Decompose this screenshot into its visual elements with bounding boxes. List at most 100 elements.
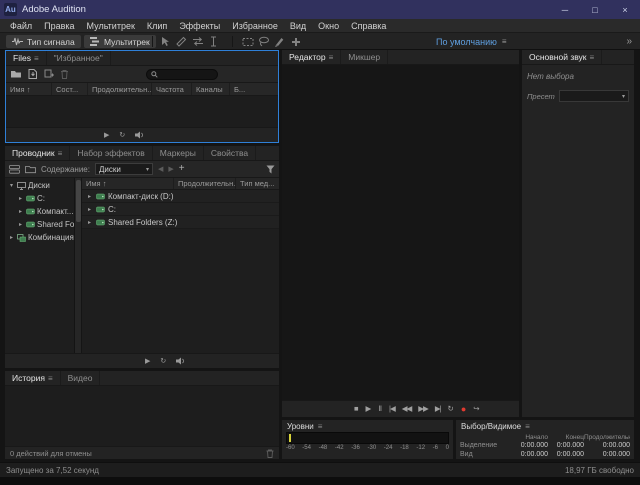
marquee-selection-tool-icon[interactable] bbox=[240, 35, 255, 48]
workspace-switcher[interactable]: По умолчанию ≡ bbox=[436, 33, 507, 50]
close-button[interactable]: × bbox=[610, 0, 640, 19]
slip-tool-icon[interactable] bbox=[190, 35, 205, 48]
panel-menu-icon[interactable]: ≡ bbox=[329, 53, 334, 62]
panel-menu-icon[interactable]: ≡ bbox=[525, 422, 530, 431]
tab-mixer[interactable]: Микшер bbox=[341, 50, 388, 64]
column-duration[interactable]: Продолжительн... bbox=[88, 83, 152, 95]
column-bit-depth[interactable]: Б... bbox=[230, 83, 278, 95]
expander-expanded-icon[interactable]: ▾ bbox=[8, 182, 15, 189]
tree-item-combination[interactable]: ▸ Комбинация bbox=[5, 231, 74, 244]
spot-healing-tool-icon[interactable] bbox=[288, 35, 303, 48]
move-to-next-icon[interactable]: ▶| bbox=[435, 405, 441, 413]
open-file-icon[interactable] bbox=[10, 69, 22, 79]
razor-tool-icon[interactable] bbox=[174, 35, 189, 48]
menu-view[interactable]: Вид bbox=[284, 21, 312, 31]
tree-item-drives[interactable]: ▾ Диски bbox=[5, 179, 74, 192]
move-tool-icon[interactable] bbox=[158, 35, 173, 48]
toolbar-overflow-chevron-icon[interactable]: » bbox=[626, 33, 632, 50]
trash-icon[interactable] bbox=[266, 449, 274, 458]
tree-item-cd-drive[interactable]: ▸ Компакт... bbox=[5, 205, 74, 218]
expander-collapsed-icon[interactable]: ▸ bbox=[17, 208, 24, 215]
panel-menu-icon[interactable]: ≡ bbox=[590, 53, 595, 62]
preview-autoplay-speaker-icon[interactable] bbox=[135, 131, 145, 139]
menu-edit[interactable]: Правка bbox=[38, 21, 80, 31]
drives-icon[interactable] bbox=[9, 165, 20, 174]
list-item-c-drive[interactable]: ▸ C: bbox=[82, 203, 279, 216]
expander-collapsed-icon[interactable]: ▸ bbox=[8, 234, 15, 241]
pause-icon[interactable]: Ⅱ bbox=[378, 405, 382, 413]
files-search-input[interactable] bbox=[161, 71, 213, 78]
play-icon[interactable]: ▶ bbox=[366, 405, 372, 413]
level-meter[interactable] bbox=[286, 432, 449, 444]
tab-effects-rack[interactable]: Набор эффектов bbox=[70, 146, 152, 160]
scrollbar-thumb[interactable] bbox=[76, 180, 81, 222]
editor-canvas[interactable] bbox=[282, 65, 519, 400]
column-media-type[interactable]: Тип мед... bbox=[236, 178, 279, 189]
content-dropdown[interactable]: Диски ▾ bbox=[95, 163, 153, 175]
fast-forward-icon[interactable]: ▶▶ bbox=[418, 405, 428, 413]
panel-menu-icon[interactable]: ≡ bbox=[48, 374, 53, 383]
view-start-value[interactable]: 0:00.000 bbox=[508, 451, 548, 458]
preview-play-icon[interactable]: ▶ bbox=[104, 132, 109, 139]
rewind-icon[interactable]: ◀◀ bbox=[402, 405, 412, 413]
new-item-icon[interactable] bbox=[44, 69, 54, 79]
forward-icon[interactable]: ▶ bbox=[168, 165, 173, 173]
selection-duration-value[interactable]: 0:00.000 bbox=[584, 442, 630, 449]
filter-funnel-icon[interactable] bbox=[266, 165, 275, 174]
view-end-value[interactable]: 0:00.000 bbox=[548, 451, 584, 458]
menu-file[interactable]: Файл bbox=[4, 21, 38, 31]
trash-icon[interactable] bbox=[60, 69, 69, 79]
preset-dropdown[interactable]: ▾ bbox=[559, 90, 629, 102]
tab-markers[interactable]: Маркеры bbox=[153, 146, 204, 160]
minimize-button[interactable]: ─ bbox=[550, 0, 580, 19]
waveform-view-button[interactable]: Тип сигнала bbox=[6, 35, 81, 48]
selection-end-value[interactable]: 0:00.000 bbox=[548, 442, 584, 449]
preview-autoplay-speaker-icon[interactable] bbox=[176, 357, 186, 365]
maximize-button[interactable]: □ bbox=[580, 0, 610, 19]
import-file-icon[interactable] bbox=[28, 69, 38, 79]
panel-menu-icon[interactable]: ≡ bbox=[318, 422, 323, 431]
tab-favorites[interactable]: "Избранное" bbox=[47, 51, 111, 65]
tree-item-shared-folders[interactable]: ▸ Shared Fo... bbox=[5, 218, 74, 231]
time-selection-tool-icon[interactable] bbox=[206, 35, 221, 48]
tab-properties[interactable]: Свойства bbox=[204, 146, 256, 160]
expander-collapsed-icon[interactable]: ▸ bbox=[17, 221, 24, 228]
tab-explorer[interactable]: Проводник ≡ bbox=[5, 146, 70, 160]
paintbrush-tool-icon[interactable] bbox=[272, 35, 287, 48]
tab-files[interactable]: Files ≡ bbox=[6, 51, 47, 65]
menu-window[interactable]: Окно bbox=[312, 21, 345, 31]
folder-icon[interactable] bbox=[25, 165, 36, 174]
menu-effects[interactable]: Эффекты bbox=[173, 21, 226, 31]
view-duration-value[interactable]: 0:00.000 bbox=[584, 451, 630, 458]
loop-playback-icon[interactable]: ↻ bbox=[448, 405, 454, 413]
expander-collapsed-icon[interactable]: ▸ bbox=[86, 193, 93, 200]
column-duration[interactable]: Продолжительн... bbox=[174, 178, 236, 189]
column-status[interactable]: Сост... bbox=[52, 83, 88, 95]
tree-scrollbar[interactable] bbox=[75, 178, 82, 353]
column-sample-rate[interactable]: Частота bbox=[152, 83, 192, 95]
column-name[interactable]: Имя ↑ bbox=[82, 178, 174, 189]
selection-start-value[interactable]: 0:00.000 bbox=[508, 442, 548, 449]
tab-history[interactable]: История ≡ bbox=[5, 371, 61, 385]
column-name[interactable]: Имя ↑ bbox=[6, 83, 52, 95]
preview-loop-icon[interactable]: ↻ bbox=[119, 132, 125, 139]
list-item-cd-drive[interactable]: ▸ Компакт-диск (D:) bbox=[82, 190, 279, 203]
workspace-menu-icon[interactable]: ≡ bbox=[502, 37, 507, 46]
panel-menu-icon[interactable]: ≡ bbox=[34, 54, 39, 63]
lasso-selection-tool-icon[interactable] bbox=[256, 35, 271, 48]
menu-clip[interactable]: Клип bbox=[141, 21, 173, 31]
expander-collapsed-icon[interactable]: ▸ bbox=[17, 195, 24, 202]
menu-favorites[interactable]: Избранное bbox=[226, 21, 284, 31]
record-icon[interactable]: ● bbox=[461, 405, 466, 414]
preview-loop-icon[interactable]: ↻ bbox=[160, 358, 166, 365]
back-icon[interactable]: ◀ bbox=[158, 165, 163, 173]
tree-item-c-drive[interactable]: ▸ C: bbox=[5, 192, 74, 205]
list-item-shared-folders[interactable]: ▸ Shared Folders (Z:) bbox=[82, 216, 279, 229]
tab-essential-sound[interactable]: Основной звук ≡ bbox=[522, 50, 602, 64]
expander-collapsed-icon[interactable]: ▸ bbox=[86, 206, 93, 213]
add-shortcut-icon[interactable]: + bbox=[179, 164, 185, 174]
menu-multitrack[interactable]: Мультитрек bbox=[81, 21, 141, 31]
stop-icon[interactable]: ■ bbox=[354, 405, 359, 413]
tab-video[interactable]: Видео bbox=[61, 371, 101, 385]
menu-help[interactable]: Справка bbox=[345, 21, 392, 31]
